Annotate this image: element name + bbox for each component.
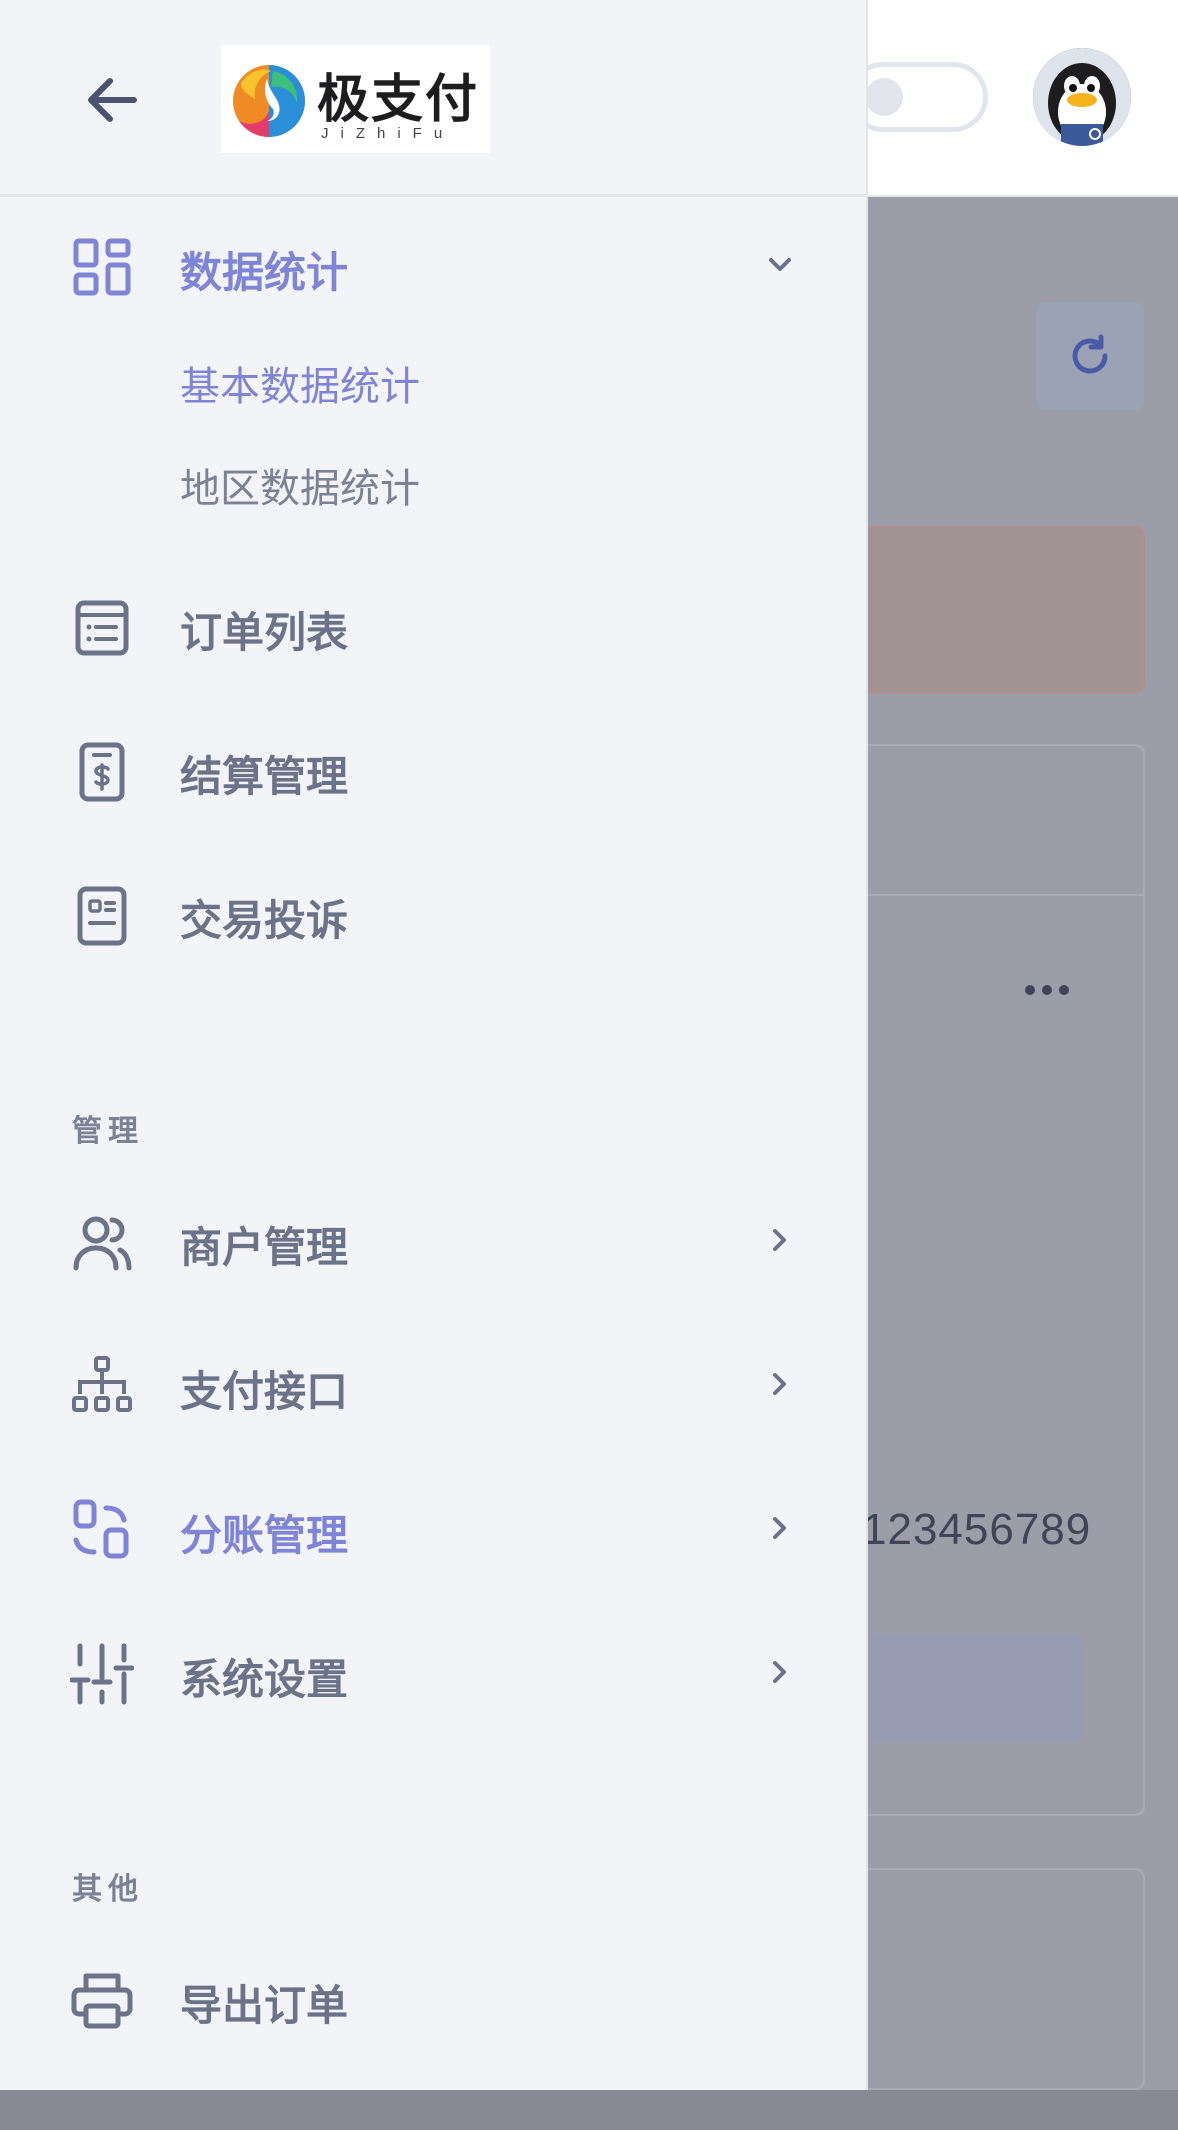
- phone-number-text: 123456789: [862, 1505, 1092, 1554]
- arrow-left-icon: [88, 78, 137, 122]
- logo-mark-icon: [233, 65, 305, 138]
- menu-item-label: 订单列表: [180, 608, 349, 657]
- submenu-item-region-stats[interactable]: 地区数据统计: [180, 456, 420, 514]
- chevron-down-icon: [769, 258, 791, 271]
- printer-icon: [71, 1973, 133, 2029]
- menu-item-label: 商户管理: [180, 1223, 349, 1272]
- menu-item-data-stats[interactable]: 数据统计: [0, 215, 868, 315]
- menu-item-split-account[interactable]: 分账管理: [0, 1478, 868, 1578]
- avatar[interactable]: [1033, 48, 1131, 146]
- dashboard-grid-icon: [73, 238, 131, 296]
- menu-item-complaints[interactable]: 交易投诉: [0, 863, 868, 963]
- theme-toggle[interactable]: [848, 62, 988, 132]
- bottom-bar: [0, 2090, 1178, 2130]
- content-button[interactable]: [840, 1634, 1082, 1742]
- menu-item-label: 结算管理: [180, 752, 349, 801]
- card-divider: [840, 894, 1145, 896]
- logo-subtext: JiZhiFu: [321, 125, 455, 142]
- hierarchy-icon: [72, 1356, 132, 1412]
- refresh-icon: [1072, 334, 1108, 374]
- menu-item-label: 支付接口: [180, 1367, 349, 1416]
- chevron-right-icon: [773, 1229, 786, 1251]
- section-title-manage: 管理: [72, 1114, 144, 1149]
- menu-item-order-list[interactable]: 订单列表: [0, 575, 868, 675]
- menu-item-payment-interface[interactable]: 支付接口: [0, 1334, 868, 1434]
- menu-item-merchant[interactable]: 商户管理: [0, 1190, 868, 1290]
- menu-item-label: 交易投诉: [180, 896, 349, 945]
- menu-item-export-orders[interactable]: 导出订单: [0, 1948, 868, 2048]
- section-title-other: 其他: [72, 1872, 144, 1907]
- refresh-button[interactable]: [1036, 302, 1144, 410]
- list-doc-icon: [75, 600, 129, 656]
- sliders-icon: [70, 1643, 134, 1705]
- menu-item-label: 导出订单: [180, 1981, 349, 2030]
- chevron-right-icon: [773, 1373, 786, 1395]
- submenu-item-basic-stats[interactable]: 基本数据统计: [180, 354, 420, 412]
- menu-item-label: 系统设置: [180, 1655, 349, 1704]
- more-dots-icon[interactable]: [1022, 978, 1072, 1002]
- users-icon: [73, 1216, 132, 1271]
- logo[interactable]: 极支付 JiZhiFu: [221, 45, 490, 153]
- menu-item-label: 分账管理: [180, 1511, 349, 1560]
- chevron-right-icon: [773, 1517, 786, 1539]
- drawer-header: 极支付 JiZhiFu: [0, 0, 868, 197]
- dollar-doc-icon: [79, 742, 125, 802]
- toggle-knob: [865, 78, 903, 116]
- logo-text: 极支付: [317, 70, 480, 130]
- content-card-2: [840, 1868, 1145, 2090]
- split-icon: [73, 1499, 129, 1559]
- alert-box: [840, 526, 1145, 694]
- menu-item-label: 数据统计: [180, 248, 349, 297]
- back-button[interactable]: [78, 66, 146, 134]
- complaint-doc-icon: [77, 886, 127, 946]
- side-drawer: 极支付 JiZhiFu 数据统计 基本数据统计 地区数据统计 订单列表 结算管理…: [0, 0, 868, 2090]
- menu-item-settlement[interactable]: 结算管理: [0, 719, 868, 819]
- chevron-right-icon: [773, 1661, 786, 1683]
- menu-item-system-settings[interactable]: 系统设置: [0, 1622, 868, 1722]
